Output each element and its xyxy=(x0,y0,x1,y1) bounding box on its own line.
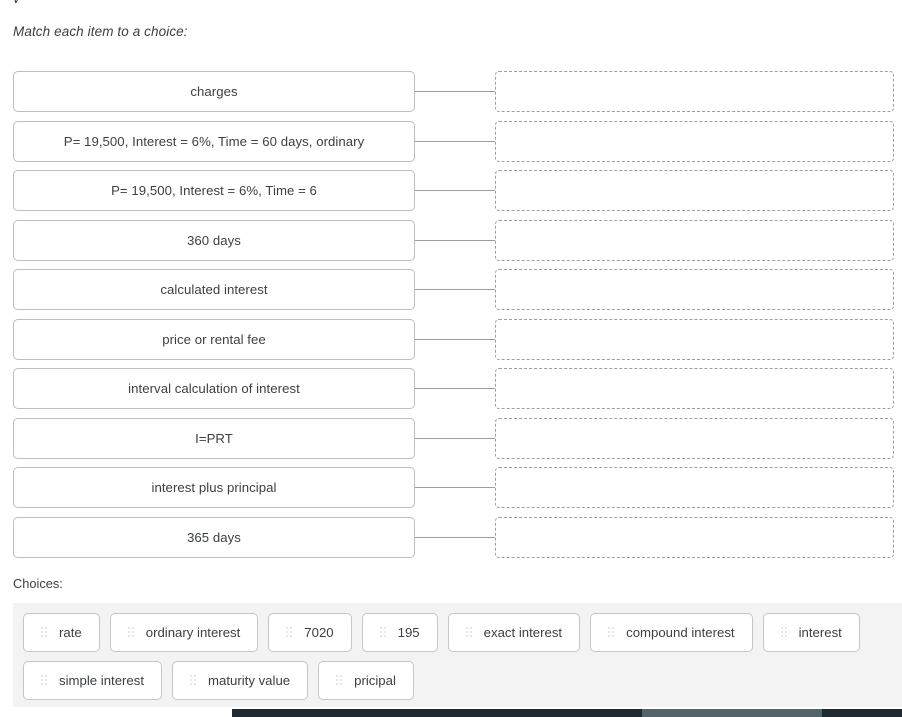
match-row: P= 19,500, Interest = 6%, Time = 60 days… xyxy=(0,118,902,168)
drag-handle-icon[interactable] xyxy=(379,627,387,638)
match-row: P= 19,500, Interest = 6%, Time = 6 xyxy=(0,167,902,217)
match-row: interest plus principal xyxy=(0,464,902,514)
choice-chip-label: 7020 xyxy=(304,624,334,640)
exercise-page: y Match each item to a choice: charges P=… xyxy=(0,0,902,717)
choices-heading: Choices: xyxy=(13,576,63,591)
drag-handle-icon[interactable] xyxy=(465,627,473,638)
drop-zone[interactable] xyxy=(495,417,894,459)
drag-handle-icon[interactable] xyxy=(41,675,48,686)
connector-line xyxy=(415,91,495,92)
choice-chip-label: 195 xyxy=(397,624,420,640)
choice-chip[interactable]: 7020 xyxy=(268,613,352,652)
drop-zone[interactable] xyxy=(495,467,894,508)
match-row: charges xyxy=(0,68,902,118)
choice-chip[interactable]: maturity value xyxy=(172,661,309,700)
choice-chip[interactable]: ordinary interest xyxy=(109,613,259,652)
choice-chip[interactable]: exact interest xyxy=(447,613,581,652)
match-item[interactable]: I=PRT xyxy=(13,417,415,459)
choices-row: simple interest maturity value pricipal xyxy=(23,661,902,700)
match-row: calculated interest xyxy=(0,266,902,316)
choice-chip-label: pricipal xyxy=(354,672,396,688)
choice-chip[interactable]: simple interest xyxy=(23,661,163,700)
drop-zone[interactable] xyxy=(495,71,894,112)
choice-chip[interactable]: interest xyxy=(762,613,860,652)
connector-line xyxy=(415,536,495,538)
connector-line xyxy=(415,239,495,241)
drop-zone[interactable] xyxy=(495,318,894,360)
choices-panel: rate ordinary interest 7020 195 exact intere… xyxy=(13,603,902,707)
match-row: 365 days xyxy=(0,514,902,564)
match-item[interactable]: P= 19,500, Interest = 6%, Time = 6 xyxy=(13,170,415,211)
clipped-text-above: y xyxy=(13,0,413,3)
match-item[interactable]: P= 19,500, Interest = 6%, Time = 60 days… xyxy=(13,120,415,162)
match-item[interactable]: 360 days xyxy=(13,219,415,261)
choice-chip[interactable]: pricipal xyxy=(318,661,414,700)
connector-line xyxy=(415,140,495,142)
choice-chip-label: exact interest xyxy=(483,624,563,640)
match-row: I=PRT xyxy=(0,415,902,465)
matching-grid: charges P= 19,500, Interest = 6%, Time = … xyxy=(0,68,902,563)
drag-handle-icon[interactable] xyxy=(127,627,135,638)
drag-handle-icon[interactable] xyxy=(336,675,344,686)
drag-handle-icon[interactable] xyxy=(286,627,294,638)
match-item[interactable]: charges xyxy=(13,71,415,112)
os-taskbar xyxy=(0,709,902,717)
connector-line xyxy=(415,388,495,389)
drag-handle-icon[interactable] xyxy=(780,627,788,638)
taskbar-segment xyxy=(642,709,822,717)
choice-chip-label: interest xyxy=(798,624,842,640)
instruction-text: Match each item to a choice: xyxy=(13,24,188,39)
match-row: interval calculation of interest xyxy=(0,365,902,415)
match-item[interactable]: calculated interest xyxy=(13,269,415,310)
choice-chip-label: simple interest xyxy=(59,672,145,688)
choice-chip-label: compound interest xyxy=(626,624,735,640)
drag-handle-icon[interactable] xyxy=(41,627,48,638)
drop-zone[interactable] xyxy=(495,368,894,409)
drop-zone[interactable] xyxy=(495,269,894,310)
choice-chip[interactable]: 195 xyxy=(361,613,438,652)
choice-chip-label: rate xyxy=(59,624,82,640)
match-row: 360 days xyxy=(0,217,902,267)
drop-zone[interactable] xyxy=(495,516,894,558)
drop-zone[interactable] xyxy=(495,219,894,261)
choice-chip-label: ordinary interest xyxy=(145,624,241,640)
match-row: price or rental fee xyxy=(0,316,902,366)
match-item[interactable]: 365 days xyxy=(13,516,415,558)
choice-chip-label: maturity value xyxy=(208,672,291,688)
choice-chip[interactable]: compound interest xyxy=(590,613,753,652)
match-item[interactable]: interval calculation of interest xyxy=(13,368,415,409)
connector-line xyxy=(415,289,495,290)
match-item[interactable]: price or rental fee xyxy=(13,318,415,360)
taskbar-segment xyxy=(232,709,642,717)
drag-handle-icon[interactable] xyxy=(608,627,616,638)
match-item[interactable]: interest plus principal xyxy=(13,467,415,508)
drop-zone[interactable] xyxy=(495,170,894,211)
taskbar-segment xyxy=(822,709,902,717)
connector-line xyxy=(415,190,495,191)
drop-zone[interactable] xyxy=(495,120,894,162)
choices-row: rate ordinary interest 7020 195 exact intere… xyxy=(23,613,902,652)
connector-line xyxy=(415,338,495,340)
connector-line xyxy=(415,437,495,439)
drag-handle-icon[interactable] xyxy=(190,675,198,686)
connector-line xyxy=(415,487,495,488)
choice-chip[interactable]: rate xyxy=(23,613,100,652)
